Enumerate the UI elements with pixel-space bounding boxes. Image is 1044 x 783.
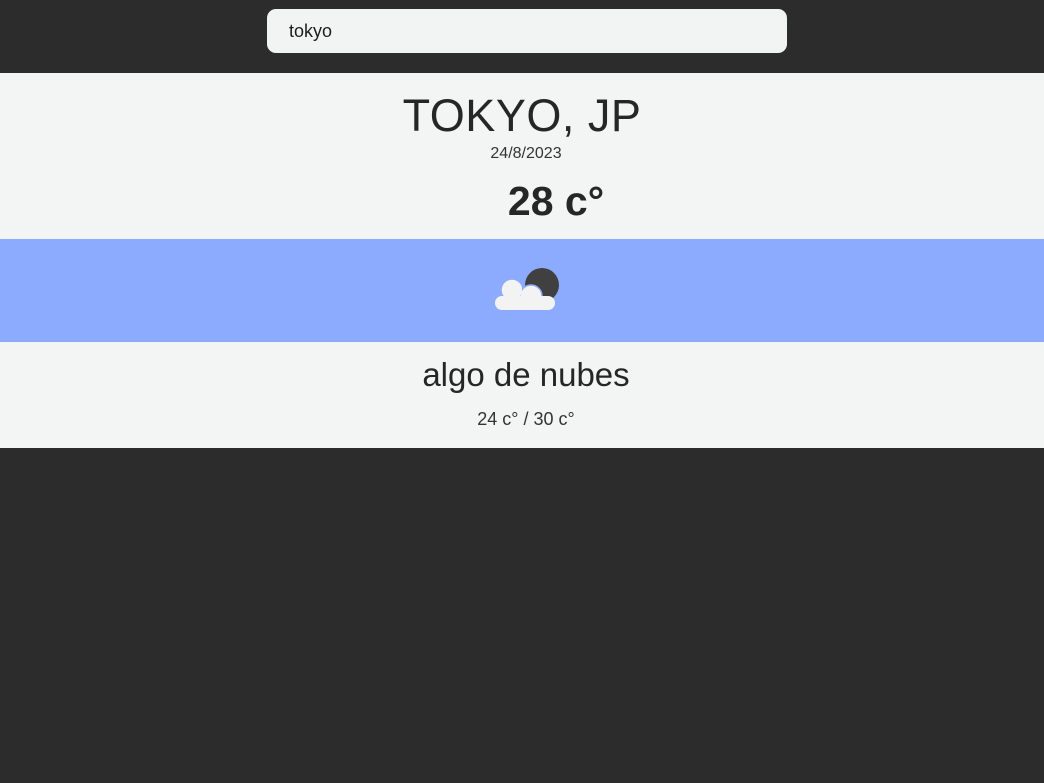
location-title: TOKYO, JP bbox=[402, 90, 642, 141]
temperature-range: 24 c° / 30 c° bbox=[477, 409, 575, 429]
weather-icon-band bbox=[0, 239, 1044, 342]
top-bar bbox=[0, 0, 1044, 73]
weather-card: TOKYO, JP 24/8/2023 28 c° algo de nubes … bbox=[0, 73, 1044, 448]
current-temperature: 28 c° bbox=[507, 178, 605, 224]
cloud-moon-icon bbox=[495, 268, 559, 310]
city-search-input[interactable] bbox=[267, 9, 787, 53]
weather-description: algo de nubes bbox=[422, 356, 630, 393]
date-label: 24/8/2023 bbox=[490, 145, 562, 162]
